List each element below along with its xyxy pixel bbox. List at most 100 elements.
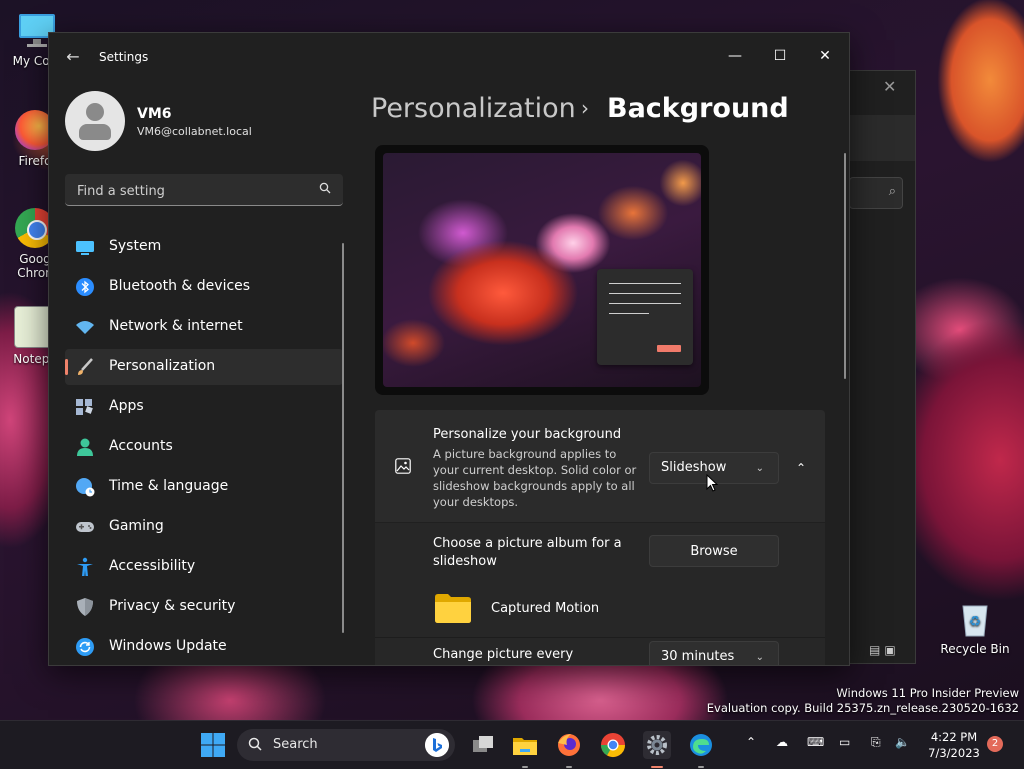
back-arrow-icon[interactable]: ← bbox=[63, 47, 83, 67]
personalize-background-card: Personalize your background A picture ba… bbox=[375, 410, 825, 522]
display-icon[interactable]: ▭ bbox=[839, 735, 850, 749]
shield-icon bbox=[77, 598, 93, 616]
nav-item-system[interactable]: System bbox=[65, 229, 343, 265]
album-label: Choose a picture album for a slideshow bbox=[433, 536, 622, 569]
nav-item-label: Windows Update bbox=[109, 638, 227, 654]
clock-time: 4:22 PM bbox=[930, 730, 978, 744]
taskbar-search-label: Search bbox=[273, 737, 318, 752]
bing-icon[interactable] bbox=[425, 733, 449, 757]
watermark-edition: Windows 11 Pro Insider Preview bbox=[836, 686, 1019, 700]
selection-indicator bbox=[65, 359, 68, 375]
close-button[interactable]: ✕ bbox=[805, 41, 845, 71]
file-explorer-icon[interactable] bbox=[511, 731, 539, 759]
maximize-button[interactable]: ☐ bbox=[760, 41, 800, 71]
svg-text:♻: ♻ bbox=[969, 614, 982, 630]
window-title: Settings bbox=[99, 50, 149, 64]
background-window[interactable]: ✕ ⌕ ▤▣ bbox=[840, 70, 916, 664]
interval-dropdown[interactable]: 30 minutes ⌄ bbox=[649, 641, 779, 665]
accessibility-icon bbox=[77, 557, 93, 576]
onedrive-icon[interactable]: ☁ bbox=[776, 735, 788, 749]
recycle-bin-label: Recycle Bin bbox=[940, 642, 1010, 656]
nav-item-label: Network & internet bbox=[109, 318, 243, 334]
nav-item-label: Time & language bbox=[109, 478, 229, 494]
system-icon bbox=[76, 241, 94, 255]
chevron-up-icon[interactable]: ⌃ bbox=[746, 735, 756, 749]
wifi-icon bbox=[76, 321, 94, 334]
edge-icon[interactable] bbox=[687, 731, 715, 759]
nav-item-gaming[interactable]: Gaming bbox=[65, 509, 343, 545]
slideshow-options: Choose a picture album for a slideshow B… bbox=[375, 523, 825, 665]
content-scrollbar[interactable] bbox=[844, 153, 846, 379]
keyboard-icon[interactable]: ⌨ bbox=[807, 735, 824, 749]
search-icon: ⌕ bbox=[888, 184, 896, 199]
settings-window: ← Settings — ☐ ✕ VM6 VM6@collabnet.local… bbox=[48, 32, 850, 666]
album-folder-name: Captured Motion bbox=[491, 601, 600, 616]
volume-icon[interactable]: 🔈 bbox=[895, 735, 910, 749]
recycle-bin-icon: ♻ bbox=[955, 598, 995, 638]
dropdown-value: 30 minutes bbox=[661, 649, 735, 664]
start-windows-icon[interactable] bbox=[199, 731, 227, 759]
chevron-up-icon[interactable]: ⌃ bbox=[789, 456, 813, 480]
nav-item-label: Personalization bbox=[109, 358, 216, 374]
setting-description: A picture background applies to your cur… bbox=[433, 447, 637, 509]
nav-item-label: Accessibility bbox=[109, 558, 196, 574]
browse-button[interactable]: Browse bbox=[649, 535, 779, 567]
background-window-bar bbox=[849, 115, 915, 161]
chevron-down-icon: ⌄ bbox=[755, 652, 764, 663]
clock[interactable]: 4:22 PM 7/3/2023 bbox=[918, 729, 990, 761]
nav-item-accessibility[interactable]: Accessibility bbox=[65, 549, 343, 585]
folder-icon[interactable] bbox=[435, 593, 471, 623]
title-bar: ← Settings — ☐ ✕ bbox=[49, 33, 849, 81]
desktop-icon-label: Firefo bbox=[18, 154, 52, 168]
user-name: VM6 bbox=[137, 106, 172, 122]
chrome-icon[interactable] bbox=[599, 731, 627, 759]
globe-clock-icon bbox=[76, 478, 95, 497]
taskbar: Search ⌃ ☁ ⌨ ▭ ⎘ 🔈 4:22 PM 7/3/2023 2 bbox=[0, 720, 1024, 769]
breadcrumb-parent[interactable]: Personalization bbox=[371, 93, 576, 124]
dropdown-value: Slideshow bbox=[661, 460, 727, 475]
background-window-search[interactable]: ⌕ bbox=[849, 177, 903, 209]
avatar[interactable] bbox=[65, 91, 125, 151]
nav-item-network[interactable]: Network & internet bbox=[65, 309, 343, 345]
interval-label: Change picture every bbox=[433, 647, 574, 662]
search-icon bbox=[319, 182, 331, 194]
nav-item-label: Privacy & security bbox=[109, 598, 236, 614]
user-email: VM6@collabnet.local bbox=[137, 125, 252, 138]
nav-scrollbar[interactable] bbox=[342, 243, 344, 633]
task-view-icon[interactable] bbox=[469, 731, 497, 759]
notification-badge[interactable]: 2 bbox=[987, 736, 1003, 752]
brush-icon bbox=[78, 358, 93, 375]
watermark-build: Evaluation copy. Build 25375.zn_release.… bbox=[706, 701, 1019, 715]
minimize-button[interactable]: — bbox=[715, 41, 755, 71]
search-box[interactable] bbox=[65, 174, 343, 206]
firefox-icon[interactable] bbox=[555, 731, 583, 759]
desktop-icon-recycle-bin[interactable]: ♻ Recycle Bin bbox=[940, 598, 1010, 656]
nav-item-privacy[interactable]: Privacy & security bbox=[65, 589, 343, 625]
settings-gear-icon[interactable] bbox=[643, 731, 671, 759]
nav-item-bluetooth[interactable]: Bluetooth & devices bbox=[65, 269, 343, 305]
nav-item-accounts[interactable]: Accounts bbox=[65, 429, 343, 465]
apps-icon bbox=[76, 399, 93, 415]
background-window-close-icon[interactable]: ✕ bbox=[883, 77, 896, 96]
taskbar-search[interactable]: Search bbox=[237, 729, 455, 761]
nav-item-windows-update[interactable]: Windows Update bbox=[65, 629, 343, 665]
clock-date: 7/3/2023 bbox=[928, 746, 980, 760]
network-icon[interactable]: ⎘ bbox=[871, 735, 881, 750]
nav-item-label: Apps bbox=[109, 398, 144, 414]
chevron-down-icon: ⌄ bbox=[755, 463, 764, 474]
search-input[interactable] bbox=[75, 180, 309, 202]
nav-item-apps[interactable]: Apps bbox=[65, 389, 343, 425]
bluetooth-icon bbox=[76, 278, 94, 296]
mouse-cursor-icon bbox=[706, 474, 718, 492]
gamepad-icon bbox=[76, 522, 94, 532]
preview-window-mockup bbox=[597, 269, 693, 365]
update-icon bbox=[76, 638, 94, 656]
nav-item-label: Accounts bbox=[109, 438, 173, 454]
search-icon bbox=[248, 737, 262, 751]
nav-item-label: Bluetooth & devices bbox=[109, 278, 251, 294]
view-toggle-icons[interactable]: ▤▣ bbox=[869, 643, 900, 657]
nav-item-personalization[interactable]: Personalization bbox=[65, 349, 343, 385]
accounts-icon bbox=[77, 438, 93, 456]
nav-item-time-language[interactable]: Time & language bbox=[65, 469, 343, 505]
setting-title: Personalize your background bbox=[433, 427, 622, 442]
